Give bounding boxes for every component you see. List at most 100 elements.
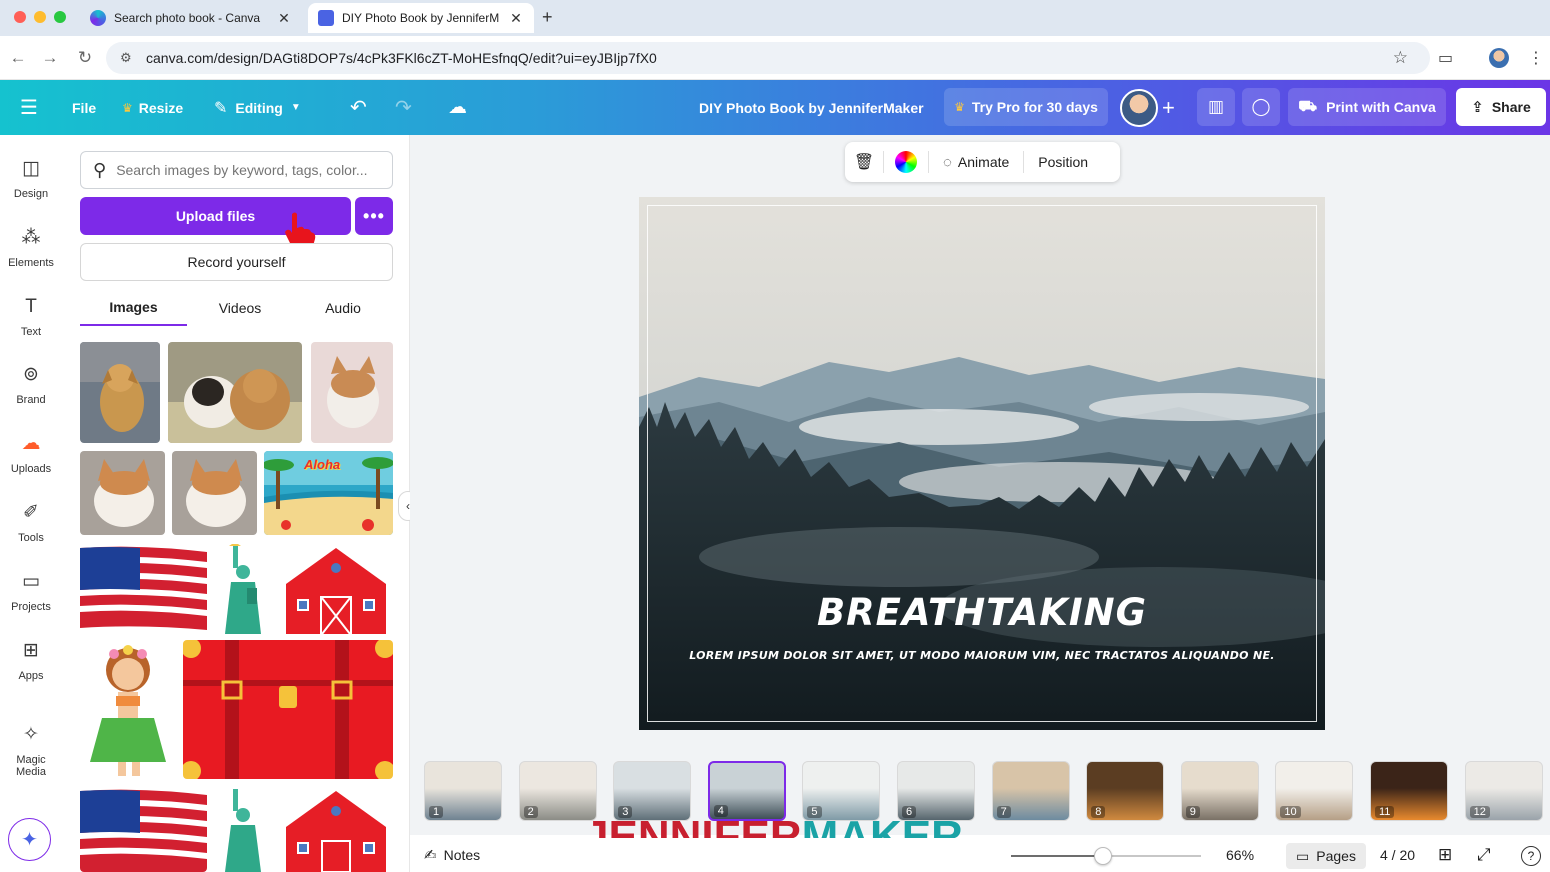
image-thumb-aloha-beach[interactable]: Aloha [264,451,393,535]
animate-button[interactable]: ◌ Animate [929,154,1023,171]
position-button[interactable]: Position [1024,154,1102,170]
magic-assistant-button[interactable]: ✦ [8,818,51,861]
canva-top-bar: ☰ File ♛ Resize ✎ Editing ▼ ↶ ↷ ☁ DIY Ph… [0,80,1550,135]
editing-mode-dropdown[interactable]: ✎ Editing ▼ [214,80,301,135]
close-tab-icon[interactable]: ✕ [508,10,524,27]
page-title-text[interactable]: BREATHTAKING [639,591,1325,634]
add-collaborator-icon[interactable]: + [1162,80,1175,135]
zoom-percent[interactable]: 66% [1226,843,1254,867]
page-thumbnail[interactable]: 7 [991,761,1070,821]
rail-label: Uploads [10,463,52,475]
close-window-button[interactable] [14,11,26,23]
file-menu[interactable]: File [72,80,96,135]
new-tab-icon[interactable]: + [542,7,553,28]
color-picker-button[interactable] [884,151,928,173]
reload-icon[interactable]: ↻ [75,48,95,68]
design-icon: ◫ [22,158,40,179]
cloud-save-icon[interactable]: ☁ [448,80,467,135]
rail-label: Brand [16,394,46,406]
rail-item-elements[interactable]: ⁂ Elements [0,225,62,269]
trash-icon[interactable]: 🗑 [845,152,883,172]
bookmark-star-icon[interactable]: ☆ [1393,48,1408,68]
notes-button[interactable]: ✍ Notes [424,843,480,867]
image-thumb-american-flag[interactable] [80,544,207,634]
rail-item-text[interactable]: T Text [0,294,62,338]
tab-title: Search photo book - Canva [114,11,261,25]
browser-tab-design[interactable]: DIY Photo Book by JenniferM ✕ [308,3,534,33]
canva-doc-favicon-icon [318,10,334,26]
help-button[interactable]: ? [1521,846,1541,866]
redo-icon[interactable]: ↷ [395,80,412,135]
comments-icon[interactable]: ◯ [1242,88,1280,126]
image-thumb-kitten[interactable] [172,451,257,535]
image-thumb-cat[interactable] [311,342,393,443]
design-page[interactable]: BREATHTAKING LOREM IPSUM DOLOR SIT AMET,… [639,197,1325,730]
rail-item-tools[interactable]: ✐ Tools [0,500,62,544]
rail-item-uploads[interactable]: ☁ Uploads [0,431,62,475]
text-icon: T [25,296,37,317]
tab-images[interactable]: Images [80,290,187,326]
brand-icon: ⊚ [23,364,39,385]
rail-item-projects[interactable]: ▭ Projects [0,569,62,613]
minimize-window-button[interactable] [34,11,46,23]
url-field[interactable]: ⚙ canva.com/design/DAGti8DOP7s/4cPk3FKl6… [106,42,1430,74]
page-thumbnail[interactable]: 8 [1086,761,1165,821]
tab-audio[interactable]: Audio [293,290,393,326]
undo-icon[interactable]: ↶ [350,80,367,135]
search-box[interactable]: ⚲ [80,151,393,189]
tab-videos[interactable]: Videos [187,290,293,326]
browser-tab-search[interactable]: Search photo book - Canva ✕ [80,3,302,33]
rail-item-apps[interactable]: ⊞ Apps [0,638,62,682]
page-thumbnail[interactable]: 10 [1275,761,1354,821]
image-thumb-hula-girl[interactable] [80,640,175,779]
zoom-slider-handle[interactable] [1094,847,1112,865]
rail-item-magic-media[interactable]: ✧ Magic Media [0,722,62,778]
grid-view-icon[interactable]: ⊞ [1438,843,1452,867]
record-yourself-button[interactable]: Record yourself [80,243,393,281]
page-number: 9 [1185,806,1200,818]
image-thumb-red-barn[interactable] [278,544,393,634]
back-icon[interactable]: ← [8,48,28,68]
image-thumb-red-suitcase[interactable] [183,640,393,779]
browser-menu-icon[interactable]: ⋮ [1528,48,1544,68]
page-subtitle-text[interactable]: LOREM IPSUM DOLOR SIT AMET, UT MODO MAIO… [639,649,1325,662]
user-avatar[interactable] [1120,89,1158,127]
main-menu-icon[interactable]: ☰ [20,80,38,135]
page-thumbnail[interactable]: 9 [1180,761,1259,821]
site-settings-icon[interactable]: ⚙ [120,50,136,66]
page-thumbnail[interactable]: 11 [1370,761,1448,821]
maximize-window-button[interactable] [54,11,66,23]
close-tab-icon[interactable]: ✕ [276,10,292,27]
fullscreen-icon[interactable]: ⤢ [1477,843,1491,867]
more-options-icon[interactable]: ••• [355,197,393,235]
design-title[interactable]: DIY Photo Book by JenniferMaker [699,80,924,135]
image-thumb-statue-of-liberty[interactable] [213,787,271,872]
print-label: Print with Canva [1326,99,1436,115]
sparkle-icon: ✦ [21,829,38,851]
resize-button[interactable]: ♛ Resize [122,80,183,135]
page-number: 12 [1469,806,1490,818]
pages-label: Pages [1316,848,1356,864]
print-with-canva-button[interactable]: ⛟ Print with Canva [1288,88,1446,126]
cast-icon[interactable]: ▭ [1438,48,1453,68]
page-thumbnail[interactable]: 1 [424,761,502,821]
image-thumb-statue-of-liberty[interactable] [213,544,271,634]
rail-item-brand[interactable]: ⊚ Brand [0,362,62,406]
try-pro-button[interactable]: ♛ Try Pro for 30 days [944,88,1108,126]
image-thumb-dog[interactable] [80,342,160,443]
aloha-sticker-text: Aloha [304,457,341,472]
rail-item-design[interactable]: ◫ Design [0,156,62,200]
truck-icon: ⛟ [1298,97,1318,115]
image-thumb-kitten[interactable] [80,451,165,535]
pages-toggle-button[interactable]: ▭ Pages [1286,843,1366,869]
insights-icon[interactable]: ▥ [1197,88,1235,126]
image-thumb-red-barn[interactable] [278,787,393,872]
search-input[interactable] [116,162,377,178]
share-button[interactable]: ⇪ Share [1456,88,1546,126]
rail-label: Design [13,188,49,200]
profile-avatar[interactable] [1489,48,1509,68]
page-thumbnail[interactable]: 12 [1464,761,1543,821]
forward-icon[interactable]: → [40,48,60,68]
image-thumb-american-flag[interactable] [80,787,207,872]
image-thumb-two-dogs[interactable] [168,342,302,443]
